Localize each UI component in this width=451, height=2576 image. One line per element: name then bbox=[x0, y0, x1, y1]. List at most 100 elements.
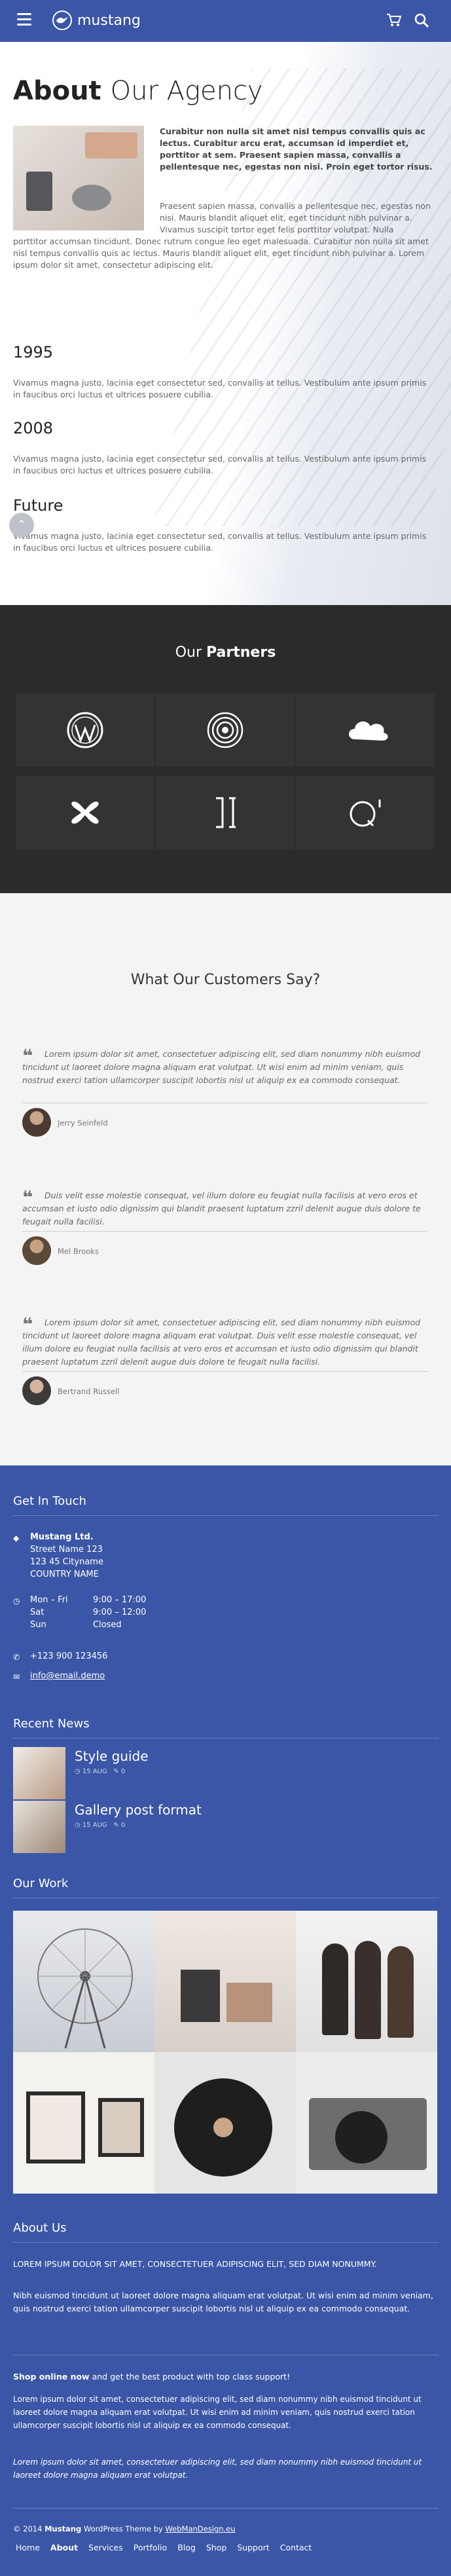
testimonial: ❝ Lorem ipsum dolor sit amet, consectetu… bbox=[22, 1047, 435, 1152]
work-thumbnail[interactable] bbox=[154, 2052, 296, 2194]
get-in-touch-heading: Get In Touch bbox=[13, 1494, 86, 1508]
timeline-year: Future bbox=[13, 496, 63, 515]
address-line: 123 45 Cityname bbox=[30, 1557, 103, 1567]
timeline-year: 2008 bbox=[13, 419, 54, 437]
news-meta: ◷ 15 AUG ✎ 0 bbox=[75, 1822, 126, 1829]
divider bbox=[13, 1738, 439, 1739]
recent-news-heading: Recent News bbox=[13, 1717, 90, 1731]
footer-nav-services[interactable]: Services bbox=[88, 2543, 123, 2552]
testimonial-quote: Duis velit esse molestie consequat, vel … bbox=[22, 1190, 421, 1226]
email-icon: ✉ bbox=[13, 1672, 20, 1682]
hours-block: ◷ Mon – Fri 9:00 – 17:00 Sat 9:00 – 12:00 … bbox=[13, 1594, 209, 1631]
timeline-text: Vivamus magna justo, lacinia eget consec… bbox=[13, 531, 427, 553]
hours-day: Sat bbox=[30, 1608, 45, 1617]
work-thumbnail[interactable] bbox=[296, 2052, 437, 2194]
cloud-icon bbox=[346, 710, 388, 750]
hours-day: Sun bbox=[30, 1620, 46, 1630]
cross-icon bbox=[65, 793, 105, 832]
divider bbox=[13, 2242, 439, 2243]
email-block: ✉ info@email.demo bbox=[13, 1670, 209, 1682]
testimonials-title: What Our Customers Say? bbox=[130, 972, 321, 988]
news-title[interactable]: Gallery post format bbox=[75, 1802, 202, 1818]
divider bbox=[22, 1231, 428, 1232]
hours-time: 9:00 – 12:00 bbox=[93, 1608, 147, 1617]
testimonial-quote: Lorem ipsum dolor sit amet, consectetuer… bbox=[22, 1049, 421, 1085]
work-thumbnail[interactable] bbox=[13, 1911, 154, 2052]
copyright: © 2014 Mustang WordPress Theme by WebMan… bbox=[13, 2524, 236, 2533]
about-section: About Our Agency Curabitur non nulla sit… bbox=[0, 42, 451, 605]
hours-time: Closed bbox=[93, 1620, 122, 1630]
page-title: About Our Agency bbox=[13, 76, 263, 106]
divider bbox=[13, 2508, 439, 2509]
search-icon[interactable] bbox=[414, 12, 429, 28]
timeline-year: 1995 bbox=[13, 343, 54, 361]
partner-logo[interactable] bbox=[16, 776, 154, 849]
shop-headline: Shop online now and get the best product… bbox=[13, 2372, 291, 2382]
spiral-icon bbox=[206, 710, 245, 750]
footer-nav-home[interactable]: Home bbox=[16, 2543, 40, 2552]
partner-logo[interactable] bbox=[156, 693, 295, 767]
top-bar: mustang bbox=[0, 0, 451, 42]
testimonial-author: Jerry Seinfeld bbox=[58, 1118, 108, 1128]
work-thumbnail[interactable] bbox=[13, 2052, 154, 2194]
news-thumbnail[interactable] bbox=[13, 1801, 65, 1853]
wordpress-icon bbox=[65, 710, 105, 750]
email-link[interactable]: info@email.demo bbox=[13, 1670, 209, 1682]
work-thumbnail[interactable] bbox=[154, 1911, 296, 2052]
news-title[interactable]: Style guide bbox=[75, 1748, 149, 1764]
testimonial-quote: Lorem ipsum dolor sit amet, consectetuer… bbox=[22, 1317, 421, 1367]
divider bbox=[13, 1515, 439, 1516]
partner-logo[interactable] bbox=[296, 776, 435, 849]
scroll-top-icon[interactable]: ⌃ bbox=[9, 513, 34, 538]
avatar bbox=[22, 1376, 51, 1405]
avatar bbox=[22, 1108, 51, 1137]
phone-icon: ✆ bbox=[13, 1653, 20, 1662]
footer-nav-support[interactable]: Support bbox=[237, 2543, 269, 2552]
testimonial: ❝ Lorem ipsum dolor sit amet, consectetu… bbox=[22, 1316, 435, 1421]
news-meta: ◷ 15 AUG ✎ 0 bbox=[75, 1768, 126, 1775]
footer-nav-contact[interactable]: Contact bbox=[280, 2543, 312, 2552]
divider bbox=[22, 1371, 428, 1372]
clock-icon: ◷ bbox=[13, 1596, 20, 1606]
footer-nav-blog[interactable]: Blog bbox=[177, 2543, 196, 2552]
testimonial-author: Bertrand Russell bbox=[58, 1387, 120, 1396]
footer-nav-shop[interactable]: Shop bbox=[206, 2543, 226, 2552]
testimonial-author: Mel Brooks bbox=[58, 1247, 99, 1256]
timeline-text: Vivamus magna justo, lacinia eget consec… bbox=[13, 454, 427, 475]
footer-nav: Home About Services Portfolio Blog Shop … bbox=[16, 2543, 312, 2552]
address-line: Street Name 123 bbox=[30, 1545, 103, 1555]
phone-block: ✆ +123 900 123456 bbox=[13, 1650, 209, 1663]
about-body-full: porttitor accumsan tincidunt. Donec rutr… bbox=[13, 236, 429, 270]
brackets-icon bbox=[206, 793, 245, 832]
testimonials-section: What Our Customers Say? ❝ Lorem ipsum do… bbox=[0, 893, 451, 1465]
avatar bbox=[22, 1236, 51, 1265]
hours-time: 9:00 – 17:00 bbox=[93, 1595, 147, 1605]
logo-text: mustang bbox=[77, 12, 141, 29]
timeline-text: Vivamus magna justo, lacinia eget consec… bbox=[13, 378, 427, 399]
work-thumbnail[interactable] bbox=[296, 1911, 437, 2052]
partner-logo[interactable] bbox=[296, 693, 435, 767]
partners-section: Our Partners bbox=[0, 605, 451, 893]
about-us-heading: About Us bbox=[13, 2221, 67, 2235]
company-name: Mustang Ltd. bbox=[30, 1532, 94, 1542]
about-photo bbox=[13, 126, 144, 230]
location-icon: ◆ bbox=[13, 1534, 20, 1543]
testimonial: ❝ Duis velit esse molestie consequat, ve… bbox=[22, 1188, 435, 1281]
partner-logo[interactable] bbox=[156, 776, 295, 849]
footer-nav-portfolio[interactable]: Portfolio bbox=[134, 2543, 167, 2552]
our-work-heading: Our Work bbox=[13, 1877, 69, 1890]
cart-icon[interactable] bbox=[386, 13, 402, 28]
logo-mark-icon bbox=[52, 10, 72, 30]
footer-nav-about[interactable]: About bbox=[50, 2543, 78, 2552]
menu-icon[interactable] bbox=[17, 13, 31, 26]
hours-day: Mon – Fri bbox=[30, 1595, 68, 1605]
about-lead: Curabitur non nulla sit amet nisl tempus… bbox=[160, 126, 433, 172]
address-block: ◆ Mustang Ltd. Street Name 123 123 45 Ci… bbox=[13, 1531, 209, 1581]
about-body-right: Praesent sapien massa, convallis a pelle… bbox=[160, 201, 431, 234]
about-us-caps: LOREM IPSUM DOLOR SIT AMET, CONSECTETUER… bbox=[13, 2259, 377, 2269]
news-thumbnail[interactable] bbox=[13, 1747, 65, 1799]
site-logo[interactable]: mustang bbox=[52, 9, 141, 31]
shop-text: Lorem ipsum dolor sit amet, consectetuer… bbox=[13, 2395, 422, 2430]
partner-logo[interactable] bbox=[16, 693, 154, 767]
q-icon bbox=[346, 793, 385, 832]
